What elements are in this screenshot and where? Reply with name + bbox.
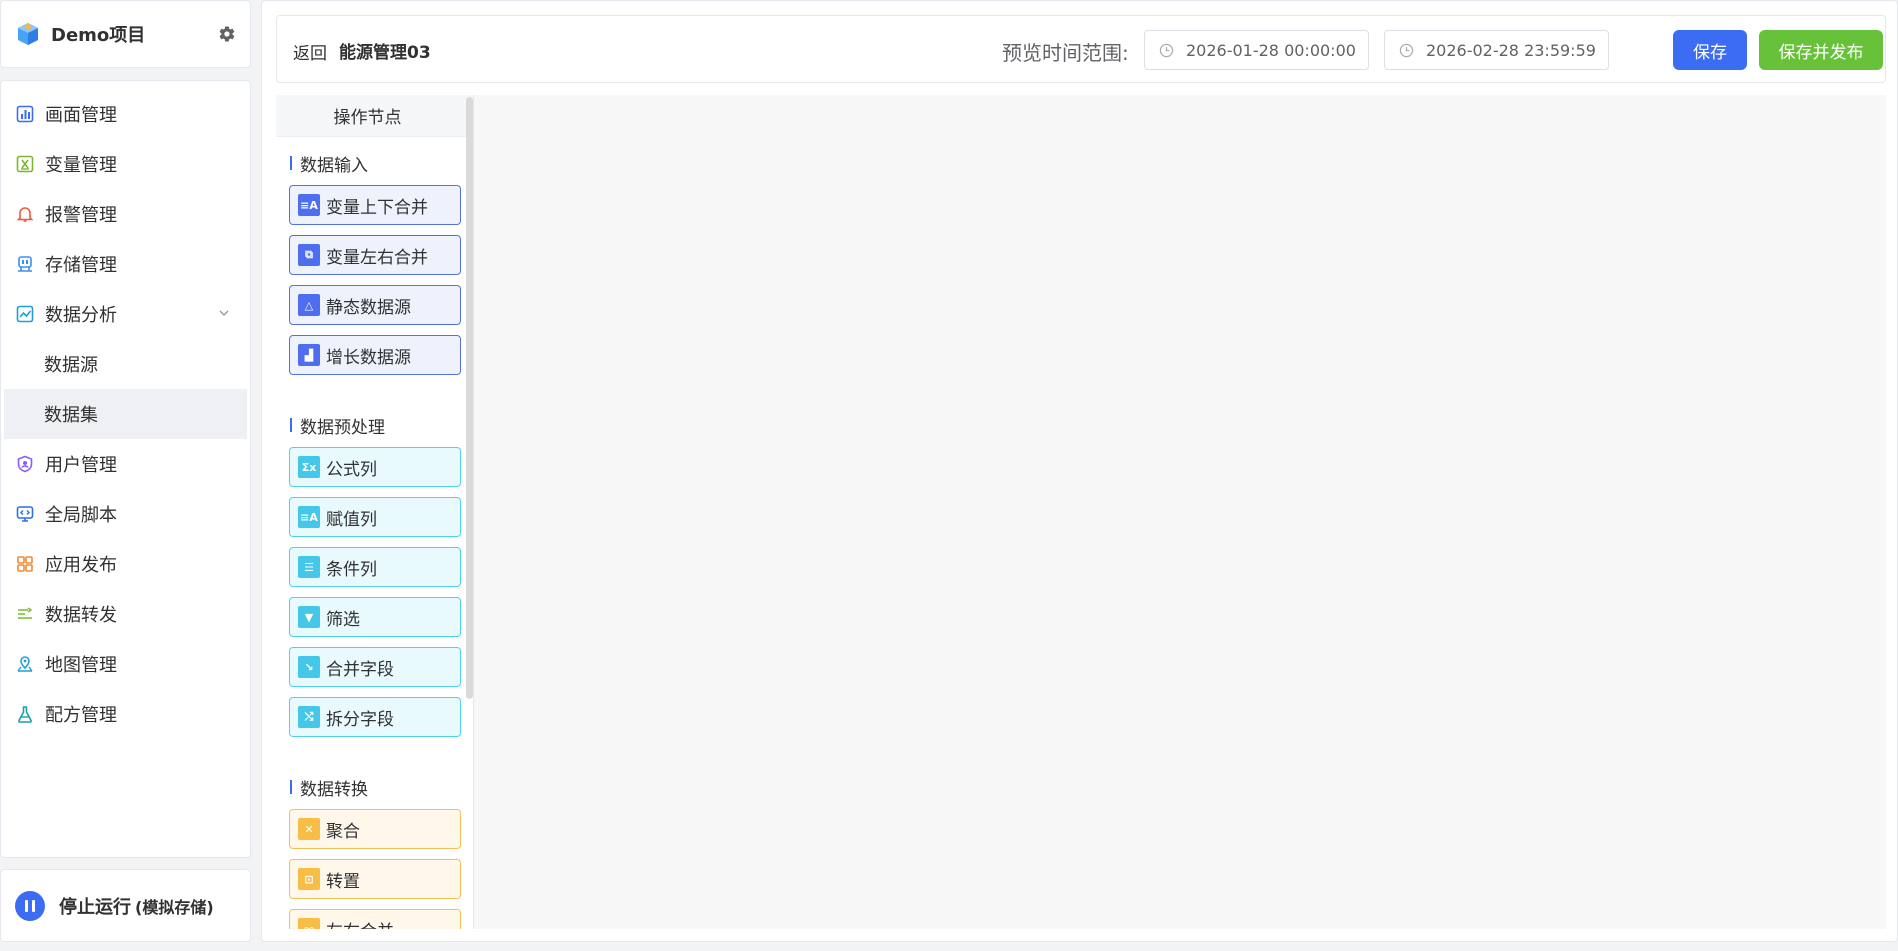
- run-status-label: 停止运行: [59, 896, 131, 918]
- end-time-value: 2026-02-28 23:59:59: [1426, 40, 1596, 60]
- node-group-title: 数据输入: [290, 149, 473, 177]
- sidebar-item-app-publish[interactable]: 应用发布: [1, 539, 250, 589]
- bell-icon: [15, 204, 35, 224]
- sidebar-item-map-management[interactable]: 地图管理: [1, 639, 250, 689]
- storage-icon: [15, 254, 35, 274]
- time-range-label: 预览时间范围:: [1002, 41, 1129, 65]
- sidebar-item-label: 应用发布: [45, 555, 117, 576]
- sidebar-item-label: 地图管理: [45, 655, 117, 676]
- pause-button[interactable]: [15, 890, 45, 921]
- split-arrow-icon: ⤭: [298, 706, 320, 728]
- chevron-down-icon[interactable]: [218, 307, 230, 319]
- sidebar-item-storage-management[interactable]: 存储管理: [1, 239, 250, 289]
- sidebar-item-label: 全局脚本: [45, 505, 117, 526]
- sidebar-item-variable-management[interactable]: 变量管理: [1, 139, 250, 189]
- chart-bar-icon: [15, 104, 35, 124]
- node-formula-column[interactable]: Σx 公式列: [289, 447, 461, 487]
- clock-icon: [1399, 43, 1414, 57]
- node-panel-title: 操作节点: [276, 95, 473, 137]
- node-horizontal-merge[interactable]: ⧉ 变量左右合并: [289, 235, 461, 275]
- save-button[interactable]: 保存: [1673, 30, 1747, 70]
- node-growth-source[interactable]: ▟ 增长数据源: [289, 335, 461, 375]
- sidebar-menu: 画面管理 变量管理 报警管理 存储管理 数据分析 数据源 数据集 用户管理 全局…: [0, 80, 251, 858]
- flask-icon: [15, 704, 35, 724]
- text-lines-icon: ≡A: [298, 194, 320, 216]
- flow-canvas[interactable]: 操作节点 数据输入 ≡A 变量上下合并 ⧉ 变量左右合并 △ 静态数据源 ▟ 增长数据源…: [276, 95, 1886, 929]
- overlap-squares-icon: ⧉: [298, 244, 320, 266]
- node-group-title: 数据转换: [290, 773, 473, 801]
- clock-icon: [1159, 43, 1174, 57]
- node-split-fields[interactable]: ⤭ 拆分字段: [289, 697, 461, 737]
- back-link[interactable]: 返回: [293, 39, 327, 64]
- start-time-input[interactable]: 2026-01-28 00:00:00: [1144, 30, 1369, 70]
- merge-arrow-icon: ↘: [298, 656, 320, 678]
- sidebar-item-label: 用户管理: [45, 455, 117, 476]
- node-filter[interactable]: ▼ 筛选: [289, 597, 461, 637]
- sidebar-header: Demo项目: [0, 0, 251, 68]
- growth-chart-icon: ▟: [298, 344, 320, 366]
- sidebar-item-screen-management[interactable]: 画面管理: [1, 89, 250, 139]
- node-transpose[interactable]: ⊡ 转置: [289, 859, 461, 899]
- node-panel: 操作节点 数据输入 ≡A 变量上下合并 ⧉ 变量左右合并 △ 静态数据源 ▟ 增长数据源…: [276, 95, 474, 929]
- sidebar-item-label: 报警管理: [45, 205, 117, 226]
- node-group-title: 数据预处理: [290, 411, 473, 439]
- grid-apps-icon: [15, 554, 35, 574]
- sidebar-item-data-analysis[interactable]: 数据分析: [1, 289, 250, 339]
- triangle-icon: △: [298, 294, 320, 316]
- monitor-code-icon: [15, 504, 35, 524]
- sidebar-item-label: 数据分析: [45, 305, 117, 326]
- node-assign-column[interactable]: ≡A 赋值列: [289, 497, 461, 537]
- project-logo-icon: [18, 23, 38, 45]
- main-panel: 返回 能源管理03 预览时间范围: 2026-01-28 00:00:00 20…: [261, 0, 1898, 942]
- sidebar-item-label: 配方管理: [45, 705, 117, 726]
- link-icon: ⚯: [298, 918, 320, 929]
- node-merge-fields[interactable]: ↘ 合并字段: [289, 647, 461, 687]
- sidebar-item-global-script[interactable]: 全局脚本: [1, 489, 250, 539]
- pause-icon: [25, 899, 28, 912]
- forward-icon: [15, 604, 35, 624]
- aggregate-icon: ✕: [298, 818, 320, 840]
- gear-icon[interactable]: [218, 25, 236, 43]
- node-aggregate[interactable]: ✕ 聚合: [289, 809, 461, 849]
- sidebar-item-dataset[interactable]: 数据集: [4, 389, 247, 439]
- page-title: 能源管理03: [339, 43, 431, 63]
- sidebar-item-data-source[interactable]: 数据源: [1, 339, 250, 389]
- toolbar: 返回 能源管理03 预览时间范围: 2026-01-28 00:00:00 20…: [276, 15, 1886, 83]
- node-static-source[interactable]: △ 静态数据源: [289, 285, 461, 325]
- node-panel-scrollbar[interactable]: [466, 97, 473, 699]
- sidebar-item-user-management[interactable]: 用户管理: [1, 439, 250, 489]
- transpose-icon: ⊡: [298, 868, 320, 890]
- shield-user-icon: [15, 454, 35, 474]
- save-and-publish-button[interactable]: 保存并发布: [1759, 30, 1883, 70]
- sidebar-item-recipe-management[interactable]: 配方管理: [1, 689, 250, 739]
- list-check-icon: ☰: [298, 556, 320, 578]
- map-icon: [15, 654, 35, 674]
- node-vertical-merge[interactable]: ≡A 变量上下合并: [289, 185, 461, 225]
- sidebar-item-data-forward[interactable]: 数据转发: [1, 589, 250, 639]
- sidebar-item-label: 画面管理: [45, 105, 117, 126]
- project-name: Demo项目: [51, 25, 146, 46]
- sidebar-item-label: 数据源: [44, 355, 98, 376]
- filter-icon: ▼: [298, 606, 320, 628]
- node-condition-column[interactable]: ☰ 条件列: [289, 547, 461, 587]
- sidebar-item-alarm-management[interactable]: 报警管理: [1, 189, 250, 239]
- sigma-icon: Σx: [298, 456, 320, 478]
- sidebar-item-label: 存储管理: [45, 255, 117, 276]
- start-time-value: 2026-01-28 00:00:00: [1186, 40, 1356, 60]
- end-time-input[interactable]: 2026-02-28 23:59:59: [1384, 30, 1609, 70]
- run-status-bar: 停止运行 (模拟存储): [0, 869, 251, 942]
- node-left-right-merge[interactable]: ⚯左右合并: [289, 909, 461, 929]
- text-lines-icon: ≡A: [298, 506, 320, 528]
- sidebar-item-label: 数据转发: [45, 605, 117, 626]
- trend-chart-icon: [15, 304, 35, 324]
- sidebar-item-label: 变量管理: [45, 155, 117, 176]
- run-mode-label: (模拟存储): [135, 897, 214, 917]
- sidebar-item-label: 数据集: [44, 405, 98, 426]
- variable-icon: [15, 154, 35, 174]
